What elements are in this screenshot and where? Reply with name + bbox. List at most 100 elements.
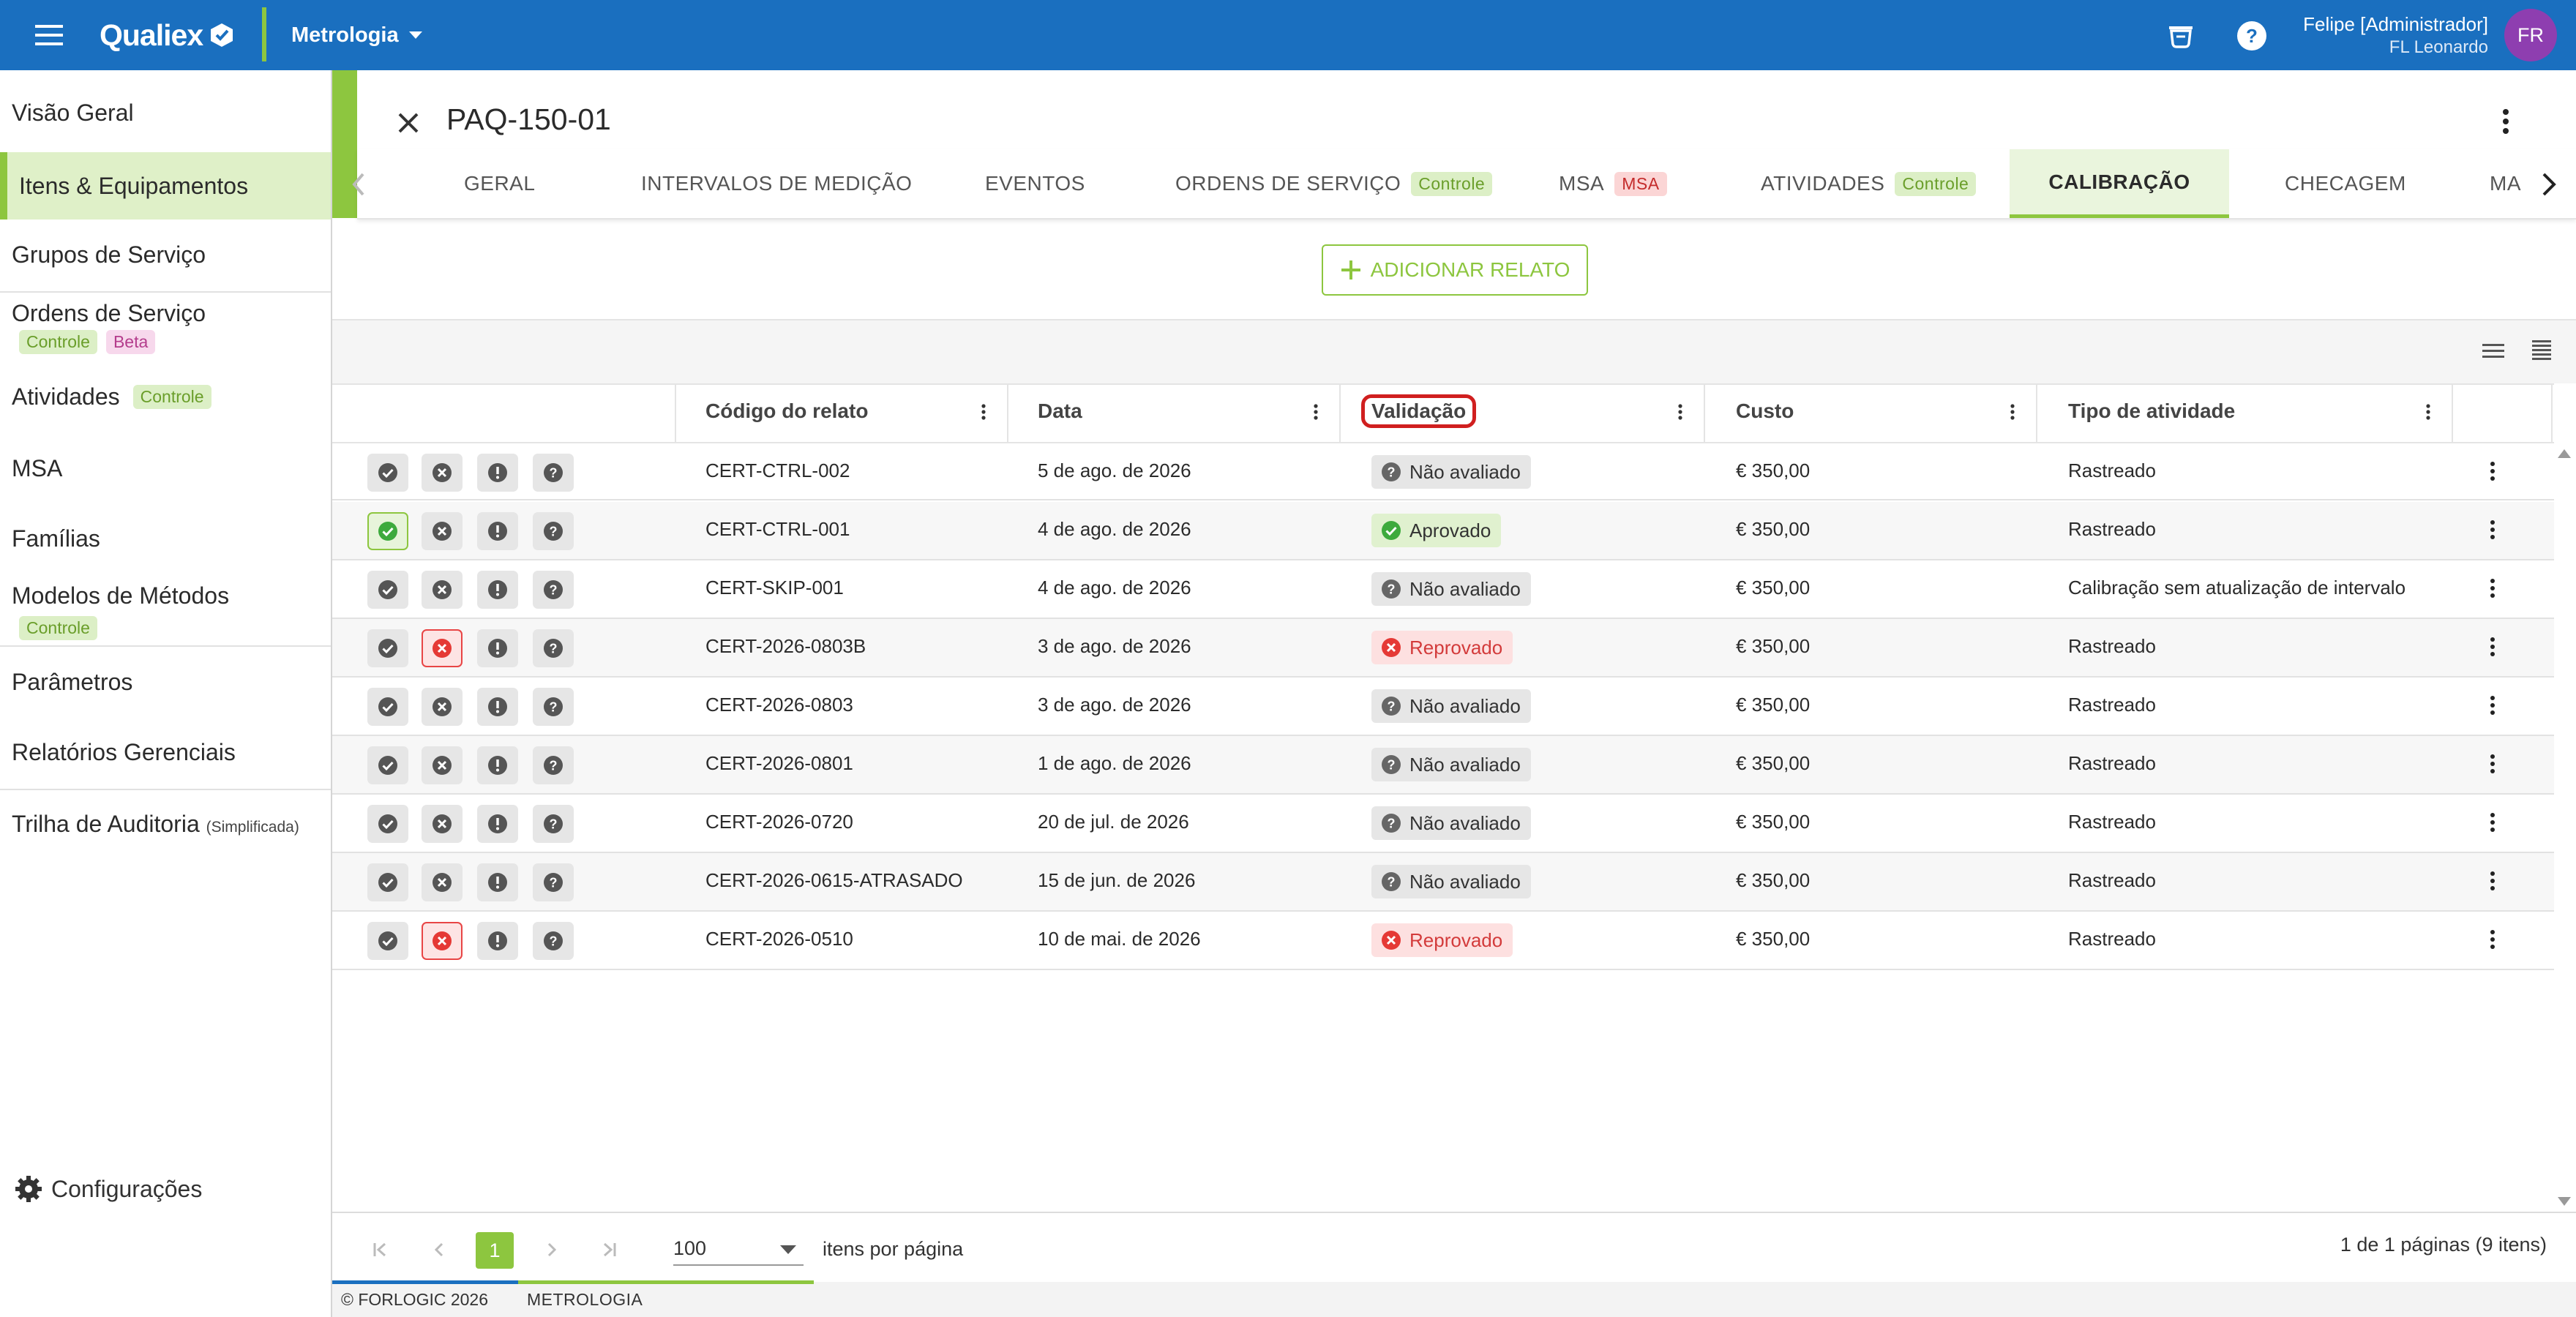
reject-action-button[interactable] xyxy=(422,688,463,726)
sidebar-item-visao-geral[interactable]: Visão Geral xyxy=(0,100,331,127)
reject-action-button[interactable] xyxy=(422,863,463,901)
reject-action-button[interactable] xyxy=(422,746,463,784)
qualiex-logo[interactable]: Qualiex xyxy=(100,18,235,53)
unevaluated-action-button[interactable]: ? xyxy=(533,454,574,492)
column-menu-icon[interactable] xyxy=(1676,401,1685,423)
column-header-custo[interactable]: Custo xyxy=(1736,395,1794,427)
table-row[interactable]: ? CERT-2026-0801 1 de ago. de 2026? Não ava… xyxy=(332,736,2554,795)
previous-page-icon[interactable] xyxy=(429,1239,449,1260)
sidebar-item-grupos-de-servico[interactable]: Grupos de Serviço xyxy=(0,241,331,269)
current-page-button[interactable]: 1 xyxy=(476,1232,514,1269)
row-more-options-icon[interactable] xyxy=(2488,868,2497,894)
sidebar-item-atividades[interactable]: Atividades Controle xyxy=(0,383,331,410)
row-more-options-icon[interactable] xyxy=(2488,692,2497,718)
approve-action-button[interactable] xyxy=(367,571,408,609)
reject-action-button[interactable] xyxy=(422,922,463,960)
tab-manutencao-partial[interactable]: MA xyxy=(2490,149,2529,218)
store-icon[interactable] xyxy=(2165,20,2197,53)
compact-view-icon[interactable] xyxy=(2529,338,2554,363)
table-row[interactable]: ? CERT-2026-0720 20 de jul. de 2026? Não av… xyxy=(332,795,2554,853)
reject-action-button[interactable] xyxy=(422,454,463,492)
tab-atividades[interactable]: ATIVIDADES Controle xyxy=(1761,149,1977,218)
unevaluated-action-button[interactable]: ? xyxy=(533,688,574,726)
user-menu[interactable]: Felipe [Administrador] FL Leonardo xyxy=(2303,13,2488,59)
approve-action-button[interactable] xyxy=(367,863,408,901)
warning-action-button[interactable] xyxy=(477,571,518,609)
row-more-options-icon[interactable] xyxy=(2488,575,2497,601)
sidebar-item-familias[interactable]: Famílias xyxy=(0,525,331,552)
row-more-options-icon[interactable] xyxy=(2488,634,2497,660)
sidebar-item-itens-equipamentos[interactable]: Itens & Equipamentos xyxy=(0,152,331,220)
sidebar-item-modelos-de-metodos[interactable]: Modelos de Métodos Controle xyxy=(0,582,331,640)
avatar[interactable]: FR xyxy=(2504,9,2557,61)
unevaluated-action-button[interactable]: ? xyxy=(533,746,574,784)
sidebar-item-trilha-de-auditoria[interactable]: Trilha de Auditoria (Simplificada) xyxy=(0,811,331,838)
column-menu-icon[interactable] xyxy=(2008,401,2017,423)
help-icon[interactable]: ? xyxy=(2235,19,2269,53)
table-row[interactable]: ? CERT-CTRL-001 4 de ago. de 2026 Aprovado €… xyxy=(332,502,2554,560)
unevaluated-action-button[interactable]: ? xyxy=(533,629,574,667)
next-page-icon[interactable] xyxy=(542,1239,562,1260)
table-row[interactable]: ? CERT-SKIP-001 4 de ago. de 2026? Não aval… xyxy=(332,560,2554,619)
add-report-button[interactable]: ADICIONAR RELATO xyxy=(1322,244,1588,296)
warning-action-button[interactable] xyxy=(477,688,518,726)
sidebar-item-parametros[interactable]: Parâmetros xyxy=(0,669,331,696)
tab-checagem[interactable]: CHECAGEM xyxy=(2285,149,2406,218)
approve-action-button[interactable] xyxy=(367,922,408,960)
warning-action-button[interactable] xyxy=(477,629,518,667)
warning-action-button[interactable] xyxy=(477,746,518,784)
warning-action-button[interactable] xyxy=(477,454,518,492)
approve-action-button[interactable] xyxy=(367,512,408,550)
row-more-options-icon[interactable] xyxy=(2488,517,2497,543)
more-options-icon[interactable] xyxy=(2491,105,2520,138)
reject-action-button[interactable] xyxy=(422,805,463,843)
approve-action-button[interactable] xyxy=(367,629,408,667)
column-header-validacao[interactable]: Validação xyxy=(1361,394,1477,428)
warning-action-button[interactable] xyxy=(477,863,518,901)
sidebar-item-msa[interactable]: MSA xyxy=(0,455,331,482)
approve-action-button[interactable] xyxy=(367,688,408,726)
tab-calibracao[interactable]: CALIBRAÇÃO xyxy=(2010,149,2229,218)
scroll-up-arrow-icon[interactable] xyxy=(2557,448,2572,459)
row-more-options-icon[interactable] xyxy=(2488,809,2497,836)
hamburger-menu-icon[interactable] xyxy=(32,19,66,51)
scroll-down-arrow-icon[interactable] xyxy=(2557,1196,2572,1207)
row-more-options-icon[interactable] xyxy=(2488,926,2497,953)
sidebar-item-ordens-de-servico[interactable]: Ordens de Serviço Controle Beta xyxy=(0,300,331,354)
table-row[interactable]: ? CERT-2026-0615-ATRASADO 15 de jun. de 20… xyxy=(332,853,2554,912)
column-header-tipo-atividade[interactable]: Tipo de atividade xyxy=(2068,395,2235,427)
approve-action-button[interactable] xyxy=(367,805,408,843)
settings-link[interactable]: Configurações xyxy=(13,1174,202,1204)
sidebar-item-relatorios-gerenciais[interactable]: Relatórios Gerenciais xyxy=(0,739,331,766)
column-menu-icon[interactable] xyxy=(1311,401,1320,423)
list-view-icon[interactable] xyxy=(2479,339,2507,363)
table-row[interactable]: ? CERT-2026-0803B 3 de ago. de 2026 Reprova… xyxy=(332,619,2554,678)
unevaluated-action-button[interactable]: ? xyxy=(533,805,574,843)
tab-intervalos-de-medicao[interactable]: INTERVALOS DE MEDIÇÃO xyxy=(641,149,912,218)
tab-msa[interactable]: MSA MSA xyxy=(1559,149,1667,218)
warning-action-button[interactable] xyxy=(477,512,518,550)
column-header-data[interactable]: Data xyxy=(1038,395,1082,427)
reject-action-button[interactable] xyxy=(422,512,463,550)
warning-action-button[interactable] xyxy=(477,922,518,960)
unevaluated-action-button[interactable]: ? xyxy=(533,571,574,609)
tabs-scroll-right-icon[interactable] xyxy=(2536,168,2561,200)
approve-action-button[interactable] xyxy=(367,746,408,784)
unevaluated-action-button[interactable]: ? xyxy=(533,512,574,550)
unevaluated-action-button[interactable]: ? xyxy=(533,863,574,901)
chevron-down-icon[interactable] xyxy=(780,1245,796,1254)
row-more-options-icon[interactable] xyxy=(2488,458,2497,484)
reject-action-button[interactable] xyxy=(422,629,463,667)
tab-ordens-de-servico[interactable]: ORDENS DE SERVIÇO Controle xyxy=(1175,149,1493,218)
reject-action-button[interactable] xyxy=(422,571,463,609)
table-row[interactable]: ? CERT-CTRL-002 5 de ago. de 2026? Não aval… xyxy=(332,443,2554,500)
tab-geral[interactable]: GERAL xyxy=(464,149,535,218)
tabs-scroll-left-icon[interactable] xyxy=(348,170,370,199)
row-more-options-icon[interactable] xyxy=(2488,751,2497,777)
column-menu-icon[interactable] xyxy=(979,401,988,423)
warning-action-button[interactable] xyxy=(477,805,518,843)
unevaluated-action-button[interactable]: ? xyxy=(533,922,574,960)
tab-eventos[interactable]: EVENTOS xyxy=(985,149,1085,218)
approve-action-button[interactable] xyxy=(367,454,408,492)
module-selector[interactable]: Metrologia xyxy=(291,20,422,50)
